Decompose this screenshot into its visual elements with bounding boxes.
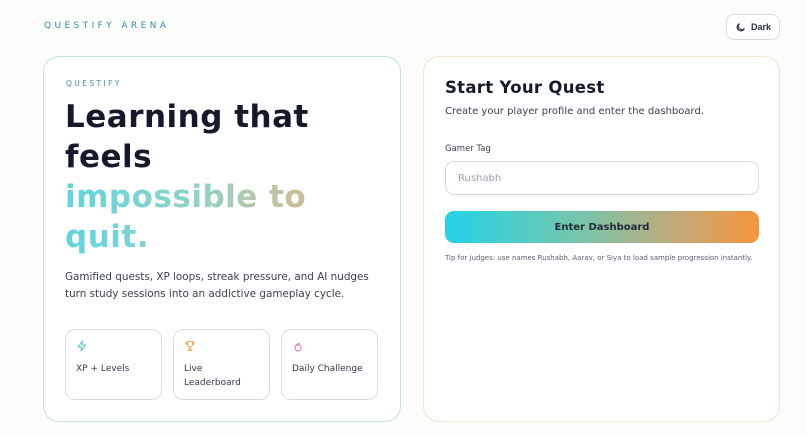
- headline-line-2: feels: [65, 139, 153, 175]
- feature-xp-levels[interactable]: XP + Levels: [65, 329, 162, 400]
- headline-accent-line-2: quit.: [65, 217, 385, 257]
- headline-accent-line-1: impossible to: [65, 177, 385, 217]
- feature-label: XP + Levels: [76, 364, 130, 374]
- feature-label: Live Leaderboard: [184, 364, 241, 388]
- hero-headline: Learning that feels impossible to quit.: [65, 97, 385, 257]
- login-card: Start Your Quest Create your player prof…: [423, 56, 780, 422]
- hero-card: QUESTIFY Learning that feels impossible …: [43, 56, 401, 422]
- moon-icon: [736, 22, 745, 31]
- gamer-tag-label: Gamer Tag: [445, 144, 491, 154]
- login-title: Start Your Quest: [445, 78, 605, 97]
- feature-daily-challenge[interactable]: Daily Challenge: [281, 329, 378, 400]
- judges-tip: Tip for judges: use names Rushabh, Aarav…: [445, 254, 753, 262]
- theme-toggle-label: Dark: [750, 22, 771, 32]
- lightning-icon: [77, 340, 86, 352]
- hero-description: Gamified quests, XP loops, streak pressu…: [65, 271, 369, 300]
- trophy-icon: [185, 341, 195, 351]
- app-brand: QUESTIFY ARENA: [44, 21, 170, 31]
- headline-line-1: Learning that: [65, 99, 309, 135]
- login-subtitle: Create your player profile and enter the…: [445, 106, 704, 117]
- feature-live-leaderboard[interactable]: Live Leaderboard: [173, 329, 270, 400]
- gamer-tag-input[interactable]: [445, 161, 759, 195]
- flame-icon: [294, 342, 302, 352]
- enter-dashboard-button[interactable]: Enter Dashboard: [445, 211, 759, 243]
- theme-toggle-button[interactable]: Dark: [726, 14, 780, 40]
- hero-eyebrow: QUESTIFY: [66, 79, 122, 88]
- feature-label: Daily Challenge: [292, 364, 363, 374]
